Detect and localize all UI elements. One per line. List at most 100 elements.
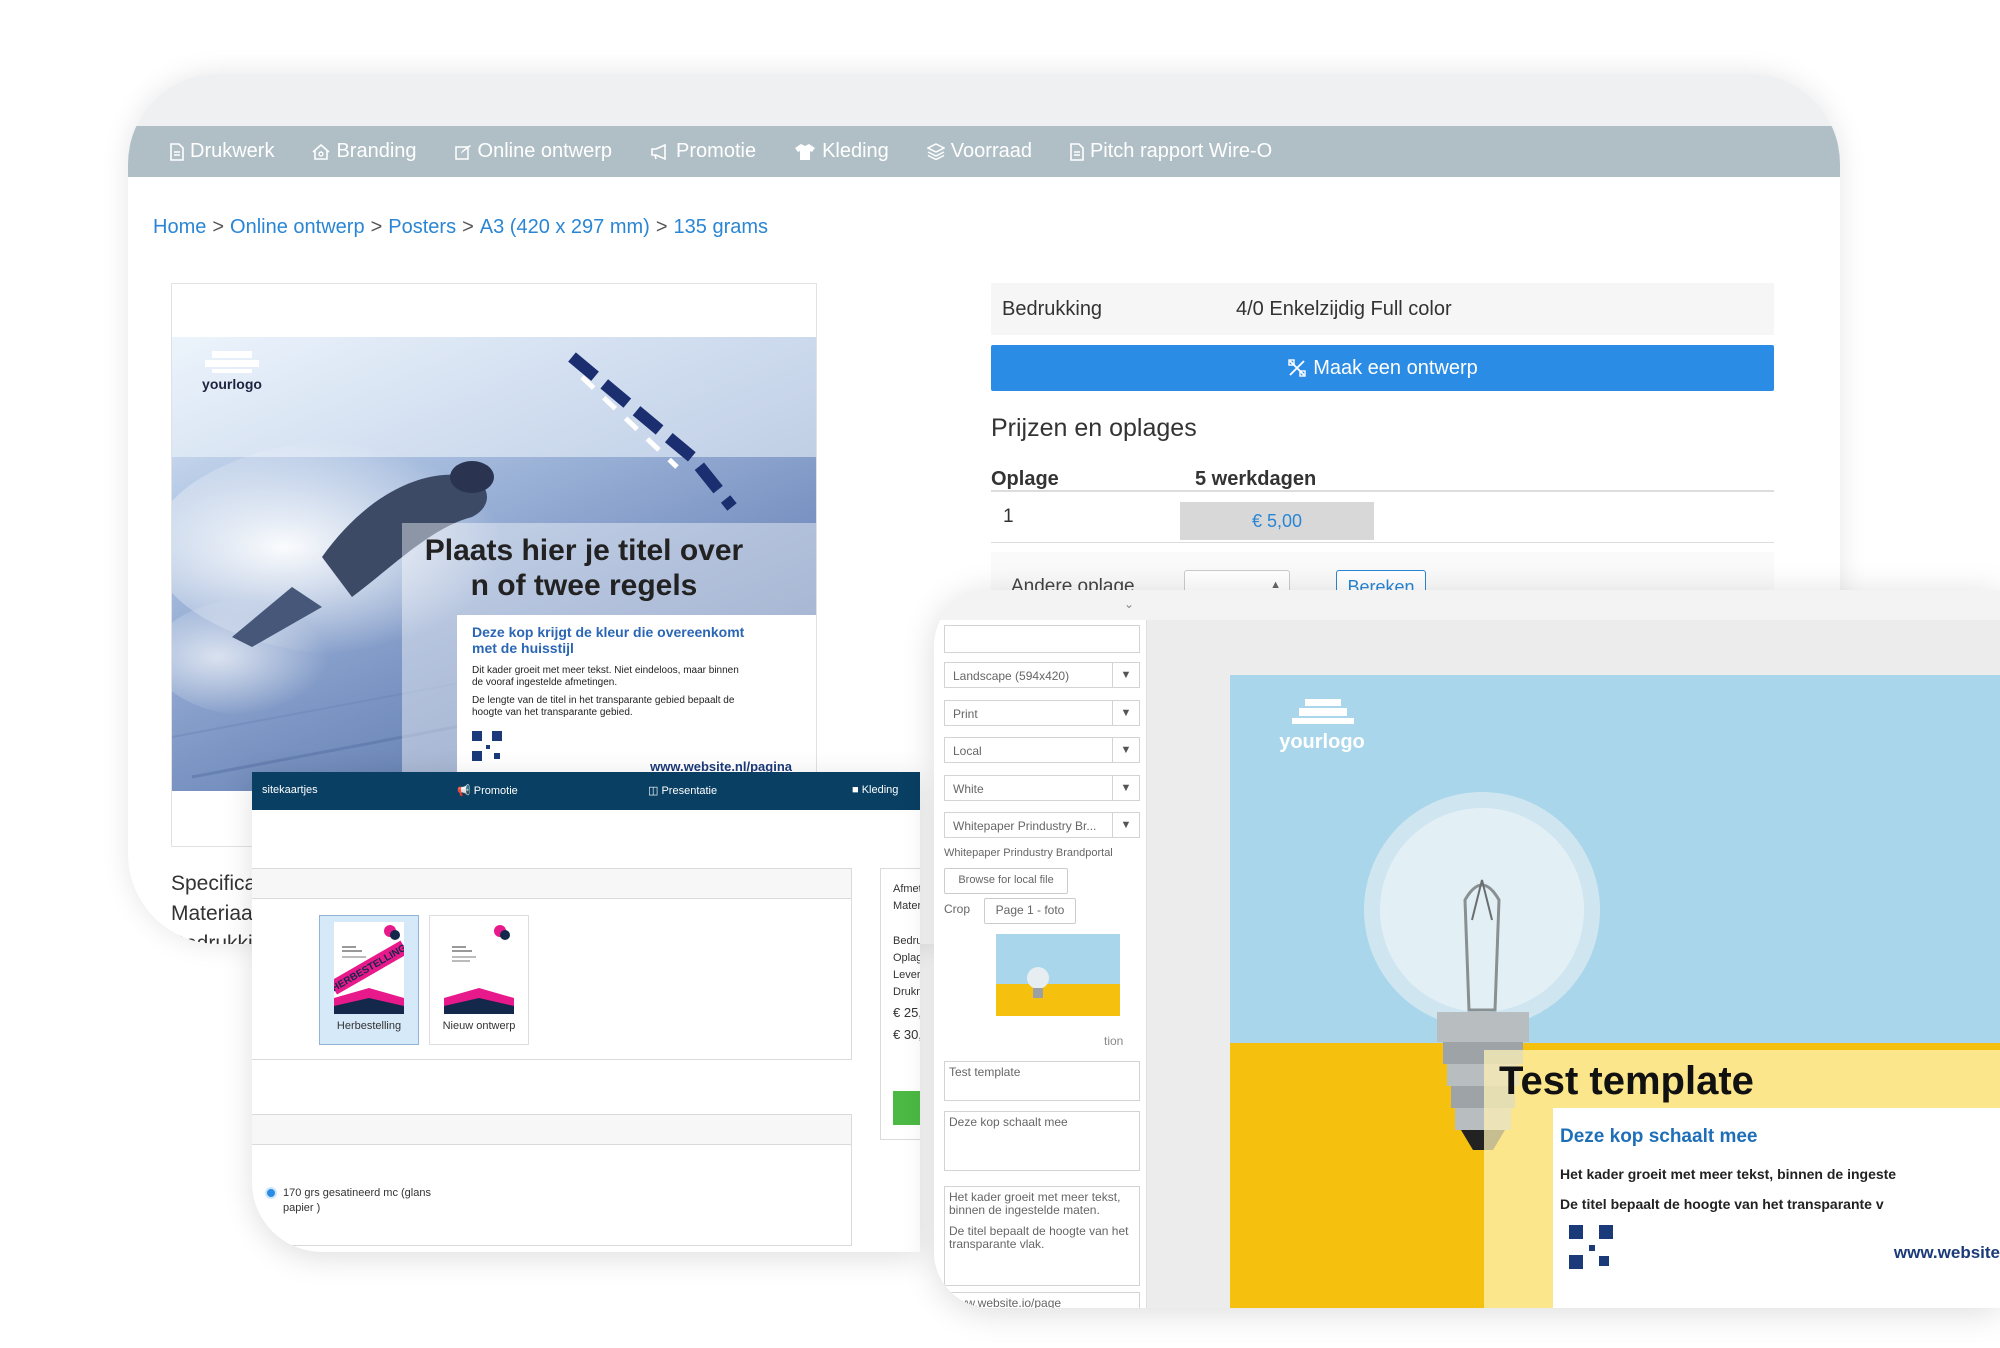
nav-item-kleding[interactable]: Kleding	[794, 140, 889, 163]
breadcrumb-home[interactable]: Home	[153, 216, 206, 238]
spec-label: Bedrukki	[171, 932, 253, 944]
tshirt-icon	[795, 144, 816, 160]
brandportal-label: Whitepaper Prindustry Brandportal	[944, 847, 1113, 859]
canvas-qr-icon	[1569, 1225, 1613, 1269]
poster-image: yourlogo Plaats hier je titel over n of …	[172, 337, 816, 791]
order-nav: sitekaartjes 📢 Promotie ◫ Presentatie ■ …	[252, 772, 920, 810]
url-text-field[interactable]: www.website.io/page	[944, 1292, 1140, 1308]
design-choice-header	[252, 868, 852, 900]
new-design-label: Nieuw ontwerp	[442, 1020, 516, 1032]
make-design-label: Maak een ontwerp	[1313, 356, 1478, 379]
source-select-value: Local	[953, 744, 982, 758]
megaphone-icon: 📢	[457, 785, 471, 797]
body-text-field[interactable]: Het kader groeit met meer tekst, binnen …	[944, 1186, 1140, 1286]
reorder-thumbnail[interactable]: HERBESTELLING Herbestelling	[319, 915, 419, 1045]
nav-label: Drukwerk	[190, 140, 275, 162]
subhead-text-field[interactable]: Deze kop schaalt mee	[944, 1111, 1140, 1171]
color-select-value: White	[953, 782, 984, 796]
main-nav: Drukwerk Branding Online ontwerp Promoti…	[128, 126, 1840, 177]
order-button[interactable]	[893, 1091, 920, 1125]
poster-b2-text: de vooraf ingestelde afmetingen.	[472, 677, 617, 688]
order-nav-kleding[interactable]: ■ Kleding	[852, 784, 898, 796]
printing-value: 4/0 Enkelzijdig Full color	[1236, 297, 1452, 320]
brandportal-select[interactable]: Whitepaper Prindustry Br... ▼	[944, 812, 1140, 838]
order-panel: sitekaartjes 📢 Promotie ◫ Presentatie ■ …	[252, 772, 920, 1252]
crop-label: Crop	[944, 902, 971, 916]
summary-label: Materi	[893, 900, 920, 912]
brandportal-select-value: Whitepaper Prindustry Br...	[953, 819, 1097, 833]
breadcrumb-a3[interactable]: A3 (420 x 297 mm)	[480, 216, 650, 238]
dropdown-arrow-icon: ▼	[1112, 701, 1139, 725]
price-button[interactable]: € 5,00	[1180, 502, 1374, 540]
browse-local-file-button[interactable]: Browse for local file	[944, 868, 1068, 894]
photo-thumbnail[interactable]	[996, 934, 1120, 1016]
spec-label: Specifica	[171, 872, 257, 895]
source-select[interactable]: Local ▼	[944, 737, 1140, 763]
breadcrumb-online-ontwerp[interactable]: Online ontwerp	[230, 216, 365, 238]
collapse-chevron-icon[interactable]: ⌄	[1124, 597, 1134, 611]
file-icon	[170, 142, 184, 161]
poster-t2-text: n of twee regels	[471, 569, 698, 602]
template-preview[interactable]: yourlogo Test template Deze kop schaalt …	[1147, 620, 2000, 1308]
nav-label: Voorraad	[950, 140, 1032, 162]
output-select[interactable]: Print ▼	[944, 700, 1140, 726]
order-nav-promotie[interactable]: 📢 Promotie	[457, 784, 518, 797]
summary-label: Drukm	[893, 986, 920, 998]
canvas-web-text: www.website	[1893, 1243, 2000, 1262]
order-nav-presentatie-label: Presentatie	[661, 785, 718, 797]
price-table-row: 1	[991, 492, 1774, 543]
title-text-field[interactable]: Test template	[944, 1061, 1140, 1101]
order-nav-kleding-label: Kleding	[861, 784, 899, 796]
row-quantity: 1	[1003, 506, 1014, 527]
price-table-header: Oplage 5 werkdagen	[991, 468, 1774, 492]
color-select[interactable]: White ▼	[944, 775, 1140, 801]
nav-label: Online ontwerp	[477, 140, 613, 162]
poster-preview[interactable]: yourlogo Plaats hier je titel over n of …	[172, 337, 816, 791]
order-nav-visitekaartjes[interactable]: sitekaartjes	[262, 784, 318, 796]
col-werkdagen: 5 werkdagen	[1195, 468, 1317, 490]
option-text-fragment: tion	[1104, 1034, 1124, 1048]
new-design-thumbnail[interactable]: Nieuw ontwerp	[429, 915, 529, 1045]
format-select[interactable]: Landscape (594x420) ▼	[944, 662, 1140, 688]
nav-label: Kleding	[822, 140, 889, 162]
nav-item-pitch-rapport[interactable]: Pitch rapport Wire-O	[1070, 140, 1272, 163]
output-select-value: Print	[953, 707, 978, 721]
edit-icon	[454, 144, 471, 160]
summary-label: Afmeti	[893, 883, 920, 895]
design-choice-card: HERBESTELLING Herbestelling Nieuw ontwer…	[252, 898, 852, 1060]
make-design-button[interactable]: Maak een ontwerp	[991, 345, 1774, 391]
top-strip	[128, 74, 1840, 126]
specifications-list: Specifica Materiaa Bedrukki	[171, 869, 256, 944]
document-name-input[interactable]	[944, 625, 1140, 653]
nav-item-drukwerk[interactable]: Drukwerk	[170, 140, 274, 163]
material-card: 170 grs gesatineerd mc (glans papier )	[252, 1144, 852, 1246]
nav-item-promotie[interactable]: Promotie	[650, 140, 756, 163]
summary-label: Bedruk	[893, 935, 920, 947]
canvas-b1-text: Het kader groeit met meer tekst, binnen …	[1560, 1166, 1896, 1182]
nav-item-online-ontwerp[interactable]: Online ontwerp	[454, 140, 613, 163]
breadcrumb-posters[interactable]: Posters	[388, 216, 456, 238]
order-nav-presentatie[interactable]: ◫ Presentatie	[648, 784, 717, 797]
canvas-title-text: Test template	[1499, 1059, 1754, 1103]
breadcrumb-135-grams[interactable]: 135 grams	[674, 216, 769, 238]
material-radio[interactable]	[265, 1187, 277, 1199]
summary-price-1: € 25,0	[893, 1005, 920, 1020]
summary-labels: Afmeti Materi Bedruk Oplage Leverti Druk…	[893, 881, 920, 1001]
editor-canvas: yourlogo Test template Deze kop schaalt …	[1147, 620, 2000, 1308]
reorder-label: Herbestelling	[336, 1020, 402, 1032]
nav-item-voorraad[interactable]: Voorraad	[926, 140, 1032, 163]
material-option-label: 170 grs gesatineerd mc (glans papier )	[283, 1187, 431, 1214]
poster-logo-text: yourlogo	[202, 376, 262, 392]
page-photo-button[interactable]: Page 1 - foto	[984, 898, 1076, 924]
body-text-line-1: Het kader groeit met meer tekst, binnen …	[949, 1190, 1121, 1217]
dropdown-arrow-icon: ▼	[1112, 663, 1139, 687]
body-text-line-2: De titel bepaalt de hoogte van het trans…	[949, 1224, 1129, 1251]
nav-label: Promotie	[676, 140, 757, 162]
product-preview-card: yourlogo Plaats hier je titel over n of …	[171, 283, 817, 847]
nav-item-branding[interactable]: Branding	[312, 140, 417, 163]
editor-top-bar: ⌄	[934, 590, 2000, 620]
canvas-b2-text: De titel bepaalt de hoogte van het trans…	[1560, 1196, 1884, 1212]
material-header	[252, 1114, 852, 1146]
reorder-doc-image: HERBESTELLING	[334, 922, 404, 1014]
poster-b4-text: hoogte van het transparante gebied.	[472, 707, 633, 718]
